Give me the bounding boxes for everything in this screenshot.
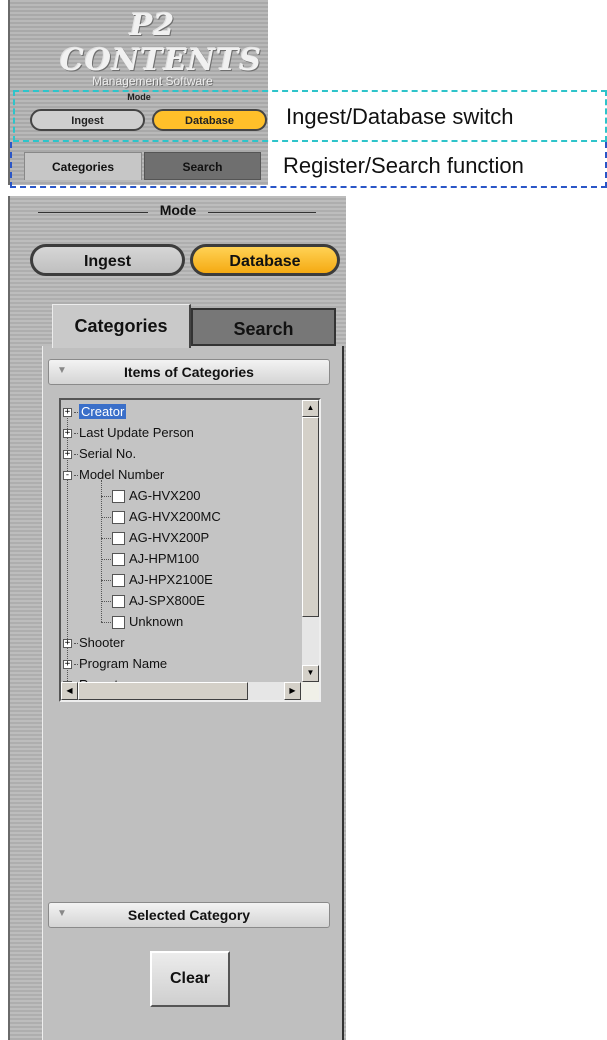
tree-connector bbox=[74, 475, 78, 477]
tree-leaf-item[interactable]: AG-HVX200 bbox=[101, 485, 201, 506]
scroll-thumb[interactable] bbox=[302, 417, 319, 617]
app-logo: P2 CONTENTS Management Software bbox=[60, 8, 263, 88]
mode-label: Mode bbox=[159, 202, 197, 218]
divider bbox=[38, 212, 148, 213]
tree-leaf-item[interactable]: AJ-HPX2100E bbox=[101, 569, 213, 590]
tree-category-item[interactable]: + Shooter bbox=[63, 632, 125, 653]
tree-category-item[interactable]: + Program Name bbox=[63, 653, 167, 674]
tree-item-label: Unknown bbox=[129, 614, 184, 629]
function-tabs-callout: Register/Search function bbox=[283, 153, 524, 178]
tree-connector bbox=[101, 538, 111, 540]
tree-connector bbox=[101, 517, 111, 519]
tree-connector bbox=[101, 601, 111, 603]
ingest-button[interactable]: Ingest bbox=[30, 244, 185, 276]
tree-item-label: Shooter bbox=[79, 635, 125, 650]
tree-connector bbox=[101, 480, 102, 622]
checkbox[interactable] bbox=[112, 490, 125, 504]
tree-category-item[interactable]: + Creator bbox=[63, 401, 127, 422]
scroll-left-icon[interactable]: ◀ bbox=[61, 682, 78, 700]
expand-icon[interactable]: + bbox=[63, 639, 72, 649]
checkbox[interactable] bbox=[112, 511, 125, 525]
tree-item-label: AG-HVX200 bbox=[129, 488, 201, 503]
tree-category-item[interactable]: - Model Number bbox=[63, 464, 164, 485]
tree-leaf-item[interactable]: AG-HVX200P bbox=[101, 527, 209, 548]
section-title: Selected Category bbox=[127, 907, 251, 923]
tree-item-label: AG-HVX200MC bbox=[129, 509, 221, 524]
tree-item-label: AJ-HPM100 bbox=[129, 551, 200, 566]
checkbox[interactable] bbox=[112, 595, 125, 609]
tab-search[interactable]: Search bbox=[191, 308, 336, 346]
divider bbox=[208, 212, 316, 213]
checkbox[interactable] bbox=[112, 574, 125, 588]
tree-connector bbox=[74, 433, 78, 435]
selected-category-header[interactable]: ▼ Selected Category bbox=[48, 902, 330, 928]
database-button[interactable]: Database bbox=[190, 244, 340, 276]
section-title: Items of Categories bbox=[124, 364, 254, 380]
tree-leaf-item[interactable]: AJ-SPX800E bbox=[101, 590, 205, 611]
tree-connector bbox=[74, 412, 78, 414]
tree-item-label: Program Name bbox=[79, 656, 168, 671]
scroll-down-icon[interactable]: ▼ bbox=[302, 665, 319, 682]
tree-category-item[interactable]: + Last Update Person bbox=[63, 422, 194, 443]
tree-item-label: AJ-SPX800E bbox=[129, 593, 205, 608]
tree-item-label: Serial No. bbox=[79, 446, 137, 461]
expand-icon[interactable]: + bbox=[63, 429, 72, 439]
database-panel: Mode Ingest Database Categories Search ▼… bbox=[8, 196, 346, 1040]
expand-icon[interactable]: + bbox=[63, 408, 72, 418]
tree-connector bbox=[101, 580, 111, 582]
tree-item-label: Creator bbox=[79, 404, 127, 419]
tree-view[interactable]: + Creator + Last Update Person + Serial No. - M… bbox=[61, 400, 301, 682]
collapse-triangle-icon: ▼ bbox=[57, 908, 67, 919]
tree-connector bbox=[74, 454, 78, 456]
tree-connector bbox=[101, 559, 111, 561]
tab-categories[interactable]: Categories bbox=[52, 304, 191, 348]
tree-leaf-item[interactable]: AJ-HPM100 bbox=[101, 548, 199, 569]
collapse-triangle-icon: ▼ bbox=[57, 365, 67, 376]
tree-connector bbox=[101, 496, 111, 498]
checkbox[interactable] bbox=[112, 532, 125, 546]
tree-item-label: Model Number bbox=[79, 467, 165, 482]
horizontal-scrollbar[interactable]: ◀ ▶ bbox=[61, 682, 301, 700]
logo-title: P2 CONTENTS bbox=[60, 8, 263, 78]
tree-category-item[interactable]: +Reporter bbox=[63, 674, 130, 682]
expand-icon[interactable]: + bbox=[63, 660, 72, 670]
scroll-up-icon[interactable]: ▲ bbox=[302, 400, 319, 417]
category-tree[interactable]: + Creator + Last Update Person + Serial No. - M… bbox=[59, 398, 321, 702]
collapse-icon[interactable]: - bbox=[63, 471, 72, 481]
checkbox[interactable] bbox=[112, 553, 125, 567]
tree-connector bbox=[101, 622, 111, 624]
tree-item-label: AG-HVX200P bbox=[129, 530, 210, 545]
tree-item-label: AJ-HPX2100E bbox=[129, 572, 213, 587]
tree-connector bbox=[74, 643, 78, 645]
scroll-right-icon[interactable]: ▶ bbox=[284, 682, 301, 700]
tree-connector bbox=[74, 664, 78, 666]
items-of-categories-header[interactable]: ▼ Items of Categories bbox=[48, 359, 330, 385]
mode-switch-callout: Ingest/Database switch bbox=[286, 104, 514, 129]
tree-leaf-item[interactable]: Unknown bbox=[101, 611, 183, 632]
tree-category-item[interactable]: + Serial No. bbox=[63, 443, 136, 464]
tree-item-label: Last Update Person bbox=[79, 425, 194, 440]
expand-icon[interactable]: + bbox=[63, 450, 72, 460]
scroll-hthumb[interactable] bbox=[78, 682, 248, 700]
vertical-scrollbar[interactable]: ▲ ▼ bbox=[302, 400, 319, 682]
checkbox[interactable] bbox=[112, 616, 125, 630]
clear-button[interactable]: Clear bbox=[150, 951, 230, 1007]
tree-leaf-item[interactable]: AG-HVX200MC bbox=[101, 506, 221, 527]
scrollbar-corner bbox=[301, 682, 319, 700]
